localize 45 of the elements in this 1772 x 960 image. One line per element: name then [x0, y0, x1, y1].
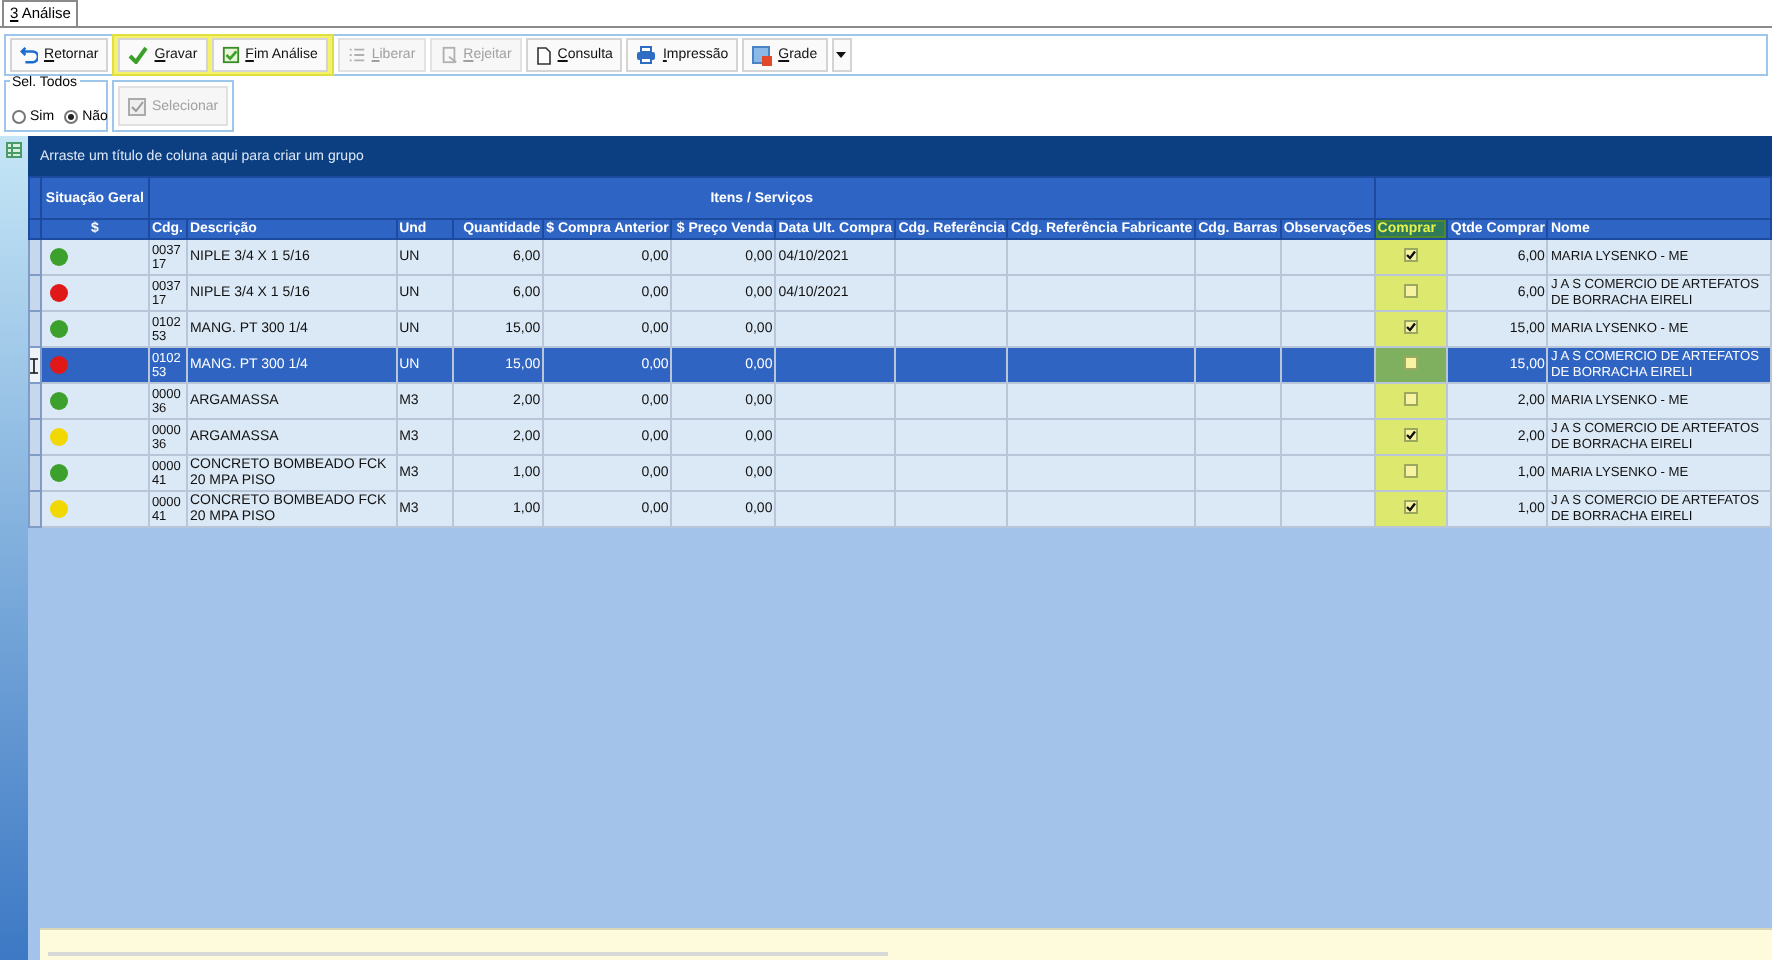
- checkbox[interactable]: [1404, 428, 1419, 442]
- checkbox[interactable]: [1404, 355, 1419, 369]
- table-cell: [775, 455, 896, 491]
- caret-icon: [836, 52, 847, 58]
- table-cell: [1195, 311, 1281, 347]
- row-indicator[interactable]: [29, 347, 41, 383]
- table-icon: [752, 45, 773, 65]
- checkbox-icon: [128, 97, 146, 115]
- table-cell: [895, 275, 1008, 311]
- table-cell: [775, 347, 896, 383]
- table-cell: [895, 239, 1008, 275]
- checkmark-icon: [128, 46, 149, 64]
- document-check-icon: [221, 46, 240, 64]
- dropdown-button[interactable]: [831, 38, 852, 72]
- checkbox[interactable]: [1404, 500, 1419, 514]
- checkbox[interactable]: [1404, 463, 1419, 477]
- table-cell: [775, 419, 896, 455]
- table-cell: [1195, 239, 1281, 275]
- table-cell: [1195, 491, 1281, 527]
- table-cell: [895, 491, 1008, 527]
- table-cell: [895, 311, 1008, 347]
- list-icon: [347, 46, 366, 64]
- document-icon: [439, 46, 458, 64]
- checkbox[interactable]: [1404, 391, 1419, 405]
- table-cell: [775, 491, 896, 527]
- table-cell: [895, 347, 1008, 383]
- table-cell: [895, 419, 1008, 455]
- table-cell: [1195, 419, 1281, 455]
- table-icon[interactable]: [6, 142, 22, 158]
- row-indicator[interactable]: [29, 239, 41, 275]
- checkbox[interactable]: [1404, 320, 1419, 334]
- table-cell: [1195, 275, 1281, 311]
- table-cell: [775, 383, 896, 419]
- scroll-bar[interactable]: [40, 928, 1772, 960]
- checkbox[interactable]: [1404, 283, 1419, 297]
- return-arrow-icon: [20, 46, 38, 64]
- printer-icon: [636, 46, 657, 64]
- table-cell: [775, 311, 896, 347]
- table-cell: [1195, 455, 1281, 491]
- table-cell: [895, 383, 1008, 419]
- table-cell: [895, 455, 1008, 491]
- table-cell: [1195, 347, 1281, 383]
- document-icon: [535, 45, 552, 65]
- checkbox[interactable]: [1404, 248, 1419, 262]
- table-cell: [1195, 383, 1281, 419]
